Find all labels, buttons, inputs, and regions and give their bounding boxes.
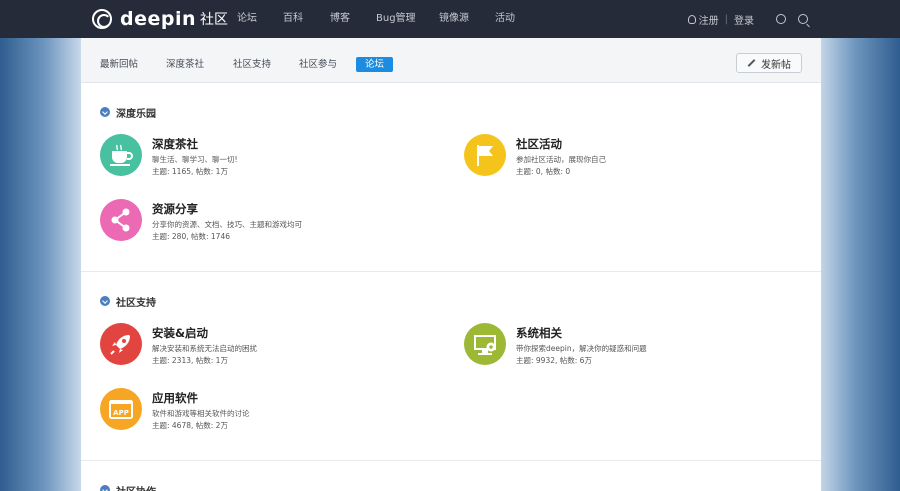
forum-description: 聊生活、聊学习、聊一切!	[152, 155, 238, 164]
forum-subnav: 最新回帖 深度茶社 社区支持 社区参与 论坛 发新帖	[81, 38, 821, 83]
nav-bug-tracker[interactable]: Bug管理	[376, 0, 416, 38]
section-title: 深度乐园	[116, 108, 156, 120]
forum-applications[interactable]: APP 应用软件 软件和游戏等相关软件的讨论 主题: 4678, 帖数: 2万	[100, 388, 420, 438]
register-link[interactable]: 注册	[699, 12, 719, 27]
top-navigation-bar: deepin 社区 论坛 百科 博客 Bug管理 镜像源 活动 注册 | 登录	[0, 0, 900, 38]
section-header[interactable]: 社区支持	[100, 294, 156, 309]
forum-description: 带你探索deepin，解决你的疑惑和问题	[516, 344, 647, 353]
globe-icon[interactable]	[776, 14, 786, 24]
forum-title[interactable]: 资源分享	[152, 201, 198, 217]
forum-title[interactable]: 系统相关	[516, 325, 562, 341]
main-content: 最新回帖 深度茶社 社区支持 社区参与 论坛 发新帖 深度乐园 深度茶社 聊生活…	[81, 38, 821, 491]
flag-icon	[464, 134, 506, 176]
tab-forum[interactable]: 论坛	[356, 57, 394, 72]
forum-resource-sharing[interactable]: 资源分享 分享你的资源、文档、技巧、主题和游戏均可 主题: 280, 帖数: 1…	[100, 199, 420, 249]
nav-wiki[interactable]: 百科	[283, 0, 303, 38]
forum-description: 解决安装和系统无法启动的困扰	[152, 344, 257, 353]
forum-description: 参加社区活动，展现你自己	[516, 155, 606, 164]
deepin-swirl-icon	[92, 9, 112, 29]
forum-description: 软件和游戏等相关软件的讨论	[152, 409, 250, 418]
forum-title[interactable]: 安装&启动	[152, 325, 208, 341]
forum-title[interactable]: 深度茶社	[152, 136, 198, 152]
forum-stats: 主题: 1165, 帖数: 1万	[152, 167, 228, 176]
brand-subtitle: 社区	[200, 12, 229, 28]
forum-stats: 主题: 4678, 帖数: 2万	[152, 421, 228, 430]
tab-latest-replies[interactable]: 最新回帖	[91, 57, 147, 72]
section-divider	[81, 271, 821, 272]
nav-events[interactable]: 活动	[495, 0, 515, 38]
rocket-icon	[100, 323, 142, 365]
tab-tea-house[interactable]: 深度茶社	[157, 57, 213, 72]
chevron-down-icon	[100, 296, 110, 306]
search-icon[interactable]	[798, 14, 808, 24]
section-title: 社区协作	[116, 483, 156, 491]
login-link[interactable]: 登录	[734, 12, 754, 27]
tab-community-participation[interactable]: 社区参与	[290, 57, 346, 72]
forum-stats: 主题: 2313, 帖数: 1万	[152, 356, 228, 365]
app-icon: APP	[100, 388, 142, 430]
tab-community-support[interactable]: 社区支持	[224, 57, 280, 72]
forum-title[interactable]: 应用软件	[152, 390, 198, 406]
forum-system[interactable]: 系统相关 带你探索deepin，解决你的疑惑和问题 主题: 9932, 帖数: …	[464, 323, 784, 373]
pencil-icon	[747, 59, 756, 67]
nav-mirrors[interactable]: 镜像源	[439, 0, 469, 38]
chevron-down-icon	[100, 107, 110, 117]
nav-forum[interactable]: 论坛	[237, 0, 257, 38]
link-separator: |	[724, 13, 728, 25]
section-header[interactable]: 社区协作	[100, 483, 156, 491]
forum-community-events[interactable]: 社区活动 参加社区活动，展现你自己 主题: 0, 帖数: 0	[464, 134, 784, 184]
nav-blog[interactable]: 博客	[330, 0, 350, 38]
tea-cup-icon	[100, 134, 142, 176]
new-post-label: 发新帖	[761, 59, 791, 71]
brand-name: deepin	[120, 8, 197, 30]
chevron-down-icon	[100, 485, 110, 491]
forum-description: 分享你的资源、文档、技巧、主题和游戏均可	[152, 220, 302, 229]
section-title: 社区支持	[116, 297, 156, 309]
share-icon	[100, 199, 142, 241]
new-post-button[interactable]: 发新帖	[736, 53, 802, 73]
app-icon-text: APP	[113, 409, 129, 417]
section-divider	[81, 460, 821, 461]
forum-stats: 主题: 9932, 帖数: 6万	[516, 356, 592, 365]
monitor-gear-icon	[464, 323, 506, 365]
user-icon	[687, 14, 696, 24]
forum-install-boot[interactable]: 安装&启动 解决安装和系统无法启动的困扰 主题: 2313, 帖数: 1万	[100, 323, 420, 373]
forum-tea-house[interactable]: 深度茶社 聊生活、聊学习、聊一切! 主题: 1165, 帖数: 1万	[100, 134, 420, 184]
account-area: 注册 | 登录	[687, 0, 808, 38]
forum-stats: 主题: 280, 帖数: 1746	[152, 232, 230, 241]
deepin-logo[interactable]: deepin 社区	[92, 8, 228, 30]
forum-title[interactable]: 社区活动	[516, 136, 562, 152]
section-header[interactable]: 深度乐园	[100, 105, 156, 120]
forum-stats: 主题: 0, 帖数: 0	[516, 167, 571, 176]
